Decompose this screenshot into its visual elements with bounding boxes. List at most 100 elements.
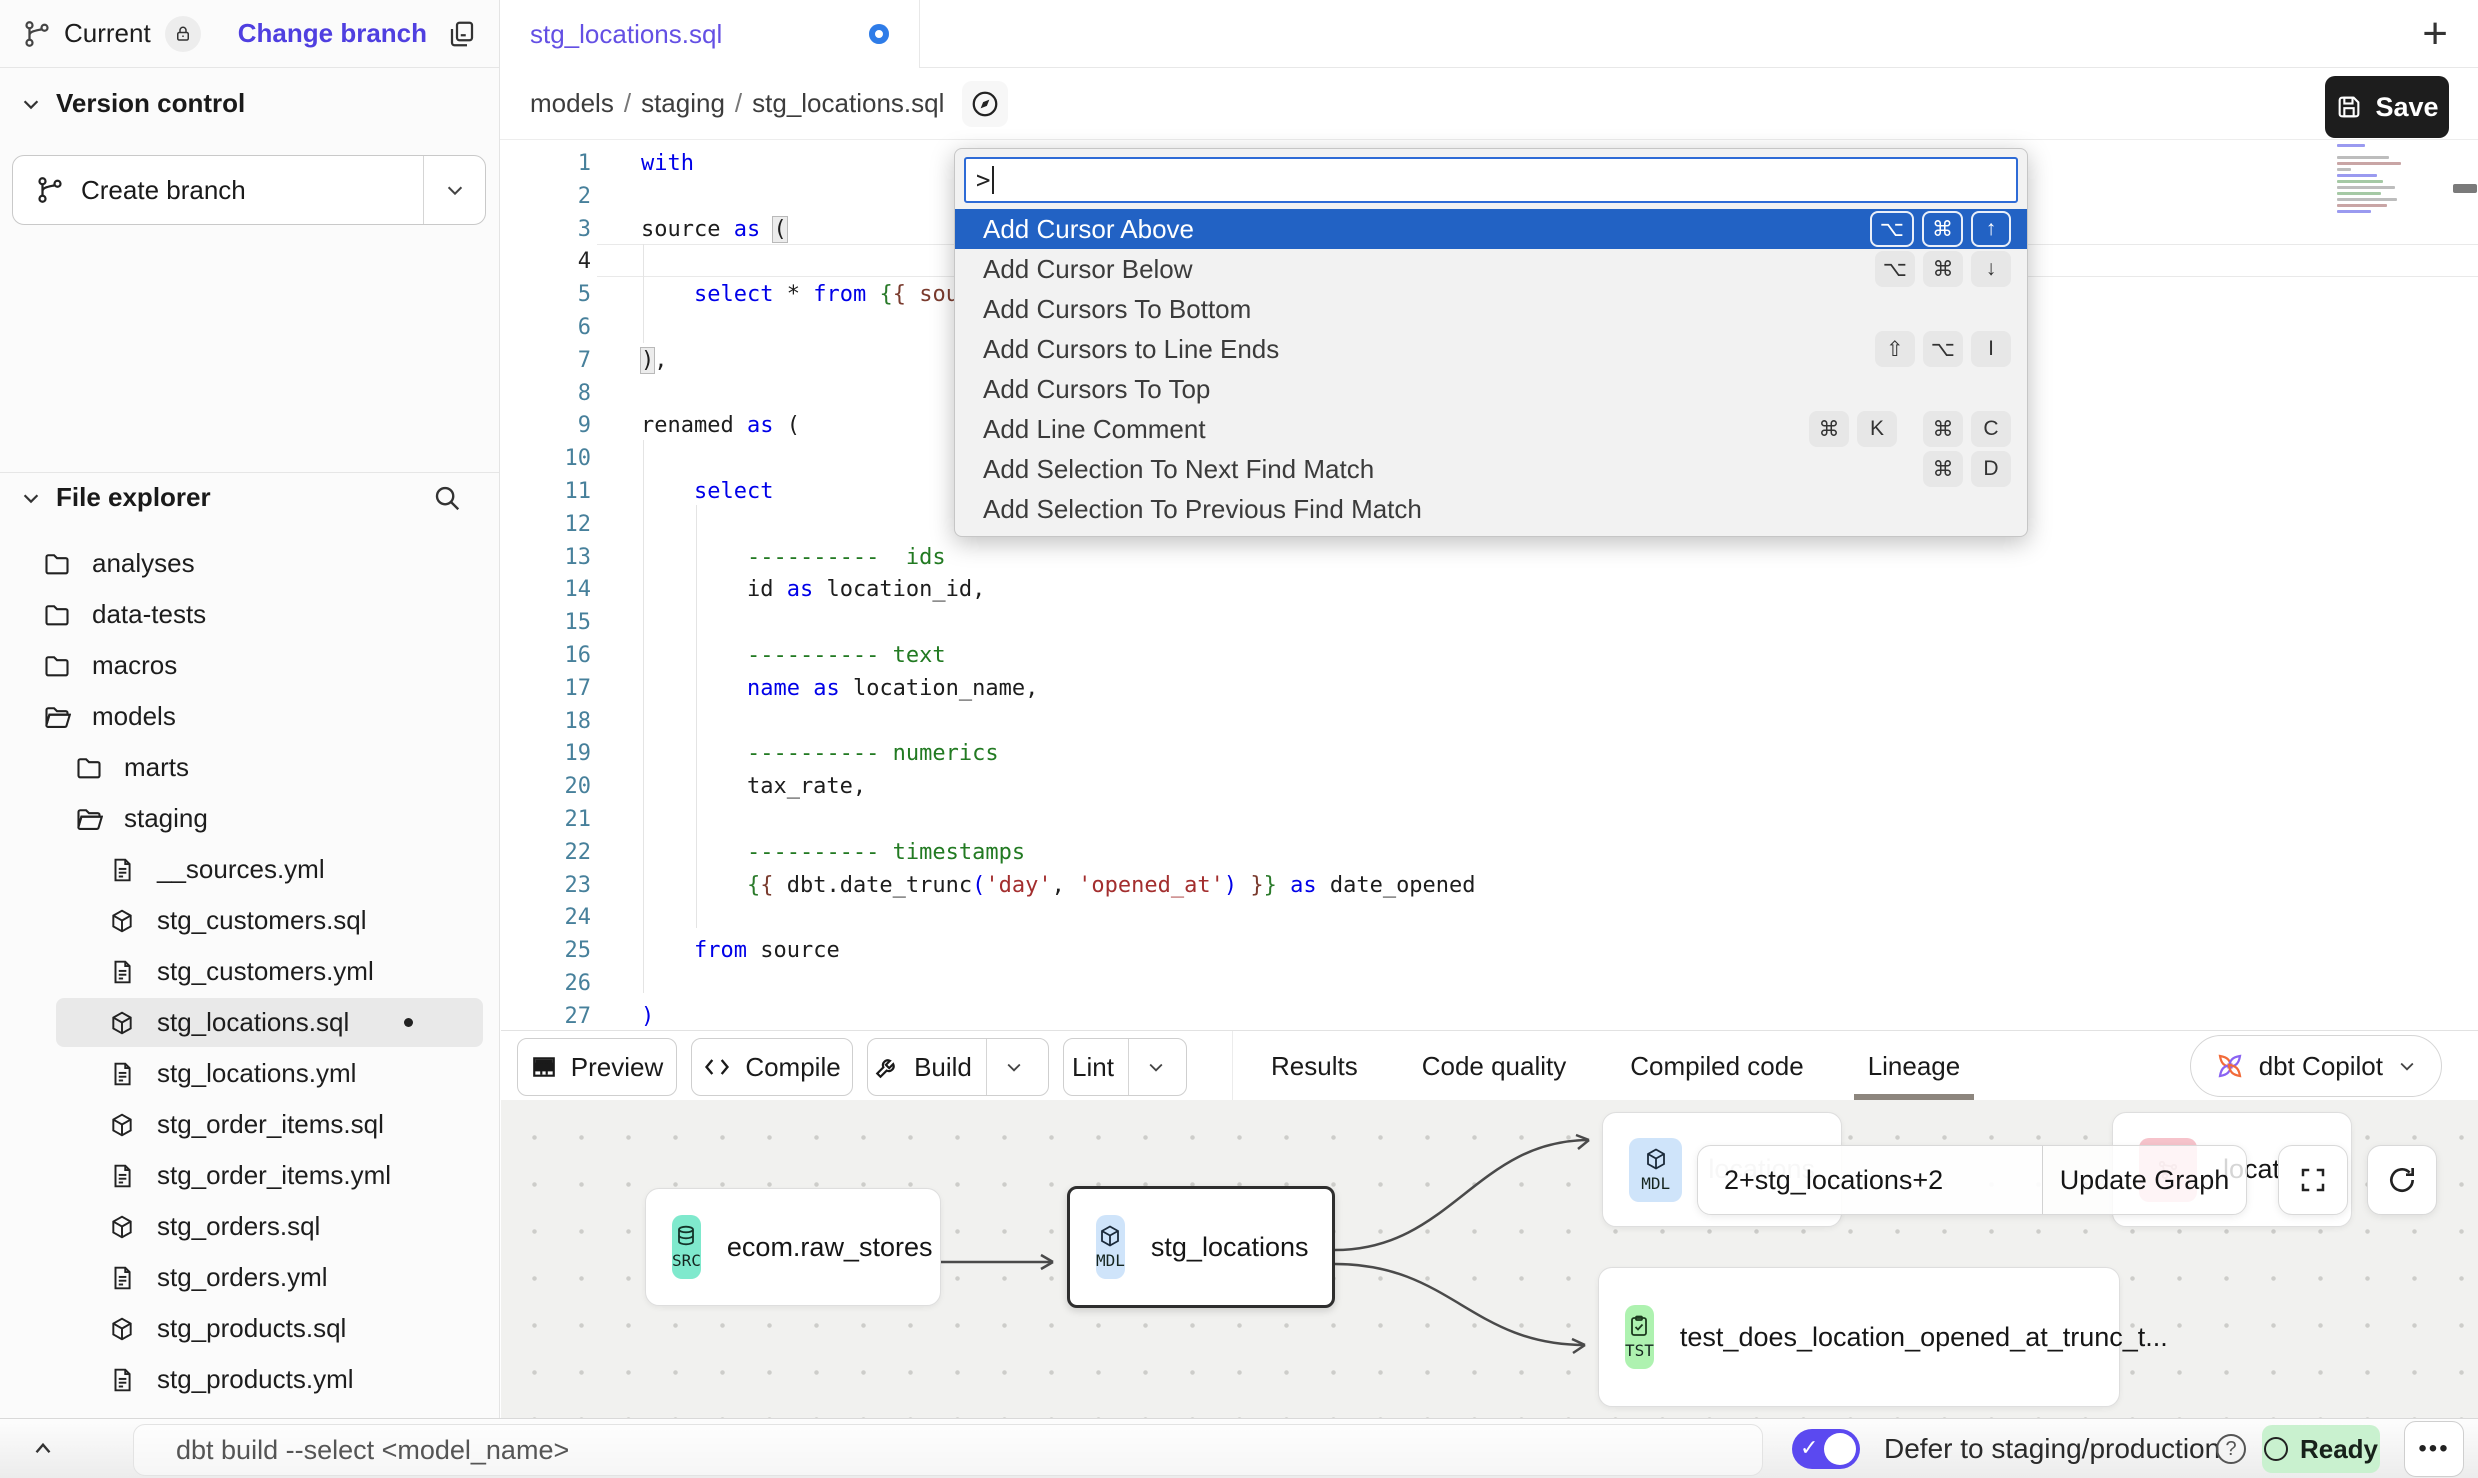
file-item-stg-orders-yml[interactable]: stg_orders.yml [0, 1252, 499, 1303]
folder-icon [43, 601, 71, 629]
file-item-macros[interactable]: macros [0, 640, 499, 691]
tab-lineage[interactable]: Lineage [1868, 1031, 1961, 1101]
compass-button[interactable] [962, 81, 1008, 127]
lint-dropdown[interactable] [1128, 1039, 1184, 1095]
file-item-stg-orders-sql[interactable]: stg_orders.sql [0, 1201, 499, 1252]
command-palette: > Add Cursor Above⌥⌘↑Add Cursor Below⌥⌘↓… [954, 148, 2028, 537]
file-item-label: stg_order_items.yml [157, 1160, 391, 1191]
command-input[interactable]: dbt build --select <model_name> [133, 1424, 1763, 1476]
file-item-icon-wrap [72, 754, 106, 782]
tab-compiled-code[interactable]: Compiled code [1630, 1031, 1803, 1101]
breadcrumb-segment[interactable]: staging [641, 88, 725, 118]
file-icon [109, 1265, 135, 1291]
file-item-stg-customers-yml[interactable]: stg_customers.yml [0, 946, 499, 997]
file-item-icon-wrap [105, 1265, 139, 1291]
file-item-models[interactable]: models [0, 691, 499, 742]
palette-item-label: Add Selection To Previous Find Match [983, 494, 1422, 525]
palette-item-label: Add Cursor Above [983, 214, 1194, 245]
dbt-copilot-button[interactable]: dbt Copilot [2190, 1035, 2442, 1097]
refresh-icon [2386, 1164, 2418, 1196]
file-item-staging[interactable]: staging [0, 793, 499, 844]
file-item-highlight [56, 794, 483, 843]
file-item-icon-wrap [105, 959, 139, 985]
palette-item-add-cursors-to-line-ends[interactable]: Add Cursors to Line Ends⇧⌥I [955, 329, 2027, 369]
line-number: 13 [501, 545, 591, 570]
file-item-label: stg_locations.sql [157, 1007, 349, 1038]
search-icon[interactable] [432, 483, 462, 513]
palette-item-label: Add Line Comment [983, 414, 1206, 445]
create-branch-dropdown[interactable] [423, 156, 485, 224]
build-button[interactable]: Build [867, 1038, 1049, 1096]
defer-toggle[interactable]: ✓ [1792, 1429, 1860, 1469]
command-palette-input[interactable]: > [964, 157, 2018, 203]
new-tab-button[interactable]: + [2422, 12, 2448, 56]
more-options-button[interactable]: ••• [2404, 1421, 2464, 1477]
key-chip: ⇧ [1875, 331, 1915, 367]
code-line-19: 19 ---------- numerics [501, 737, 2478, 770]
breadcrumb-segment[interactable]: models [530, 88, 614, 118]
palette-item-add-line-comment[interactable]: Add Line Comment⌘K⌘C [955, 409, 2027, 449]
file-item-data-tests[interactable]: data-tests [0, 589, 499, 640]
breadcrumb-segment[interactable]: stg_locations.sql [752, 88, 944, 118]
model-cube-icon [109, 1010, 135, 1036]
palette-item-add-cursor-below[interactable]: Add Cursor Below⌥⌘↓ [955, 249, 2027, 289]
lineage-canvas[interactable]: SRC ecom.raw_stores MDL stg_locations MD… [501, 1100, 2478, 1418]
palette-item-add-selection-to-previous-find-match[interactable]: Add Selection To Previous Find Match [955, 489, 2027, 529]
code-line-15: 15 [501, 606, 2478, 639]
help-icon[interactable]: ? [2216, 1434, 2246, 1464]
palette-item-add-cursor-above[interactable]: Add Cursor Above⌥⌘↑ [955, 209, 2027, 249]
compile-button[interactable]: Compile [691, 1038, 853, 1096]
copy-icon[interactable] [447, 19, 477, 49]
palette-item-add-cursors-to-bottom[interactable]: Add Cursors To Bottom [955, 289, 2027, 329]
preview-button[interactable]: Preview [517, 1038, 677, 1096]
lineage-node-test[interactable]: TST test_does_location_opened_at_trunc_t… [1598, 1267, 2120, 1407]
update-graph-label: Update Graph [2060, 1165, 2230, 1196]
lineage-node-stg-locations[interactable]: MDL stg_locations [1067, 1186, 1335, 1308]
key-chip: K [1857, 411, 1897, 447]
refresh-button[interactable] [2367, 1145, 2437, 1215]
toolbar-divider [1232, 1031, 1233, 1101]
model-badge: MDL [1096, 1215, 1125, 1279]
file-item-icon-wrap [105, 857, 139, 883]
file-item-label: data-tests [92, 599, 206, 630]
ready-status-badge[interactable]: Ready [2262, 1425, 2380, 1473]
file-item-stg-locations-yml[interactable]: stg_locations.yml [0, 1048, 499, 1099]
file-item-label: stg_order_items.sql [157, 1109, 384, 1140]
current-branch-label: Current [64, 18, 151, 49]
editor-scrollbar-thumb[interactable] [2453, 184, 2477, 193]
file-item-stg-order-items-sql[interactable]: stg_order_items.sql [0, 1099, 499, 1150]
graph-selector-input[interactable]: 2+stg_locations+2 [1698, 1146, 2042, 1214]
create-branch-button[interactable]: Create branch [12, 155, 486, 225]
tab-code-quality[interactable]: Code quality [1422, 1031, 1567, 1101]
file-item-stg-customers-sql[interactable]: stg_customers.sql [0, 895, 499, 946]
fullscreen-button[interactable] [2278, 1145, 2348, 1215]
code-text: {{ dbt.date_trunc('day', 'opened_at') }}… [641, 873, 1476, 898]
code-text: select * from {{ sou [641, 282, 959, 307]
lint-button[interactable]: Lint [1063, 1038, 1187, 1096]
file-item--sources-yml[interactable]: __sources.yml [0, 844, 499, 895]
create-branch-main[interactable]: Create branch [13, 156, 423, 224]
file-item-stg-order-items-yml[interactable]: stg_order_items.yml [0, 1150, 499, 1201]
file-item-marts[interactable]: marts [0, 742, 499, 793]
minimap[interactable] [2337, 144, 2417, 216]
folder-open-icon [43, 703, 71, 731]
code-text: ---------- ids [641, 545, 946, 570]
palette-item-add-cursors-to-top[interactable]: Add Cursors To Top [955, 369, 2027, 409]
tab-results[interactable]: Results [1271, 1031, 1358, 1101]
file-item-stg-locations-sql[interactable]: stg_locations.sql [0, 997, 499, 1048]
code-icon [703, 1053, 731, 1081]
change-branch-link[interactable]: Change branch [238, 18, 427, 49]
file-item-stg-products-yml[interactable]: stg_products.yml [0, 1354, 499, 1405]
lineage-node-source[interactable]: SRC ecom.raw_stores [645, 1188, 941, 1306]
save-button[interactable]: Save [2325, 76, 2449, 138]
file-item-icon-wrap [105, 1010, 139, 1036]
palette-item-add-selection-to-next-find-match[interactable]: Add Selection To Next Find Match⌘D [955, 449, 2027, 489]
tab-stg-locations[interactable]: stg_locations.sql [500, 0, 920, 68]
build-dropdown[interactable] [986, 1039, 1042, 1095]
file-item-analyses[interactable]: analyses [0, 538, 499, 589]
version-control-header[interactable]: Version control [20, 88, 245, 119]
chevron-up-icon[interactable] [30, 1436, 56, 1462]
file-item-stg-products-sql[interactable]: stg_products.sql [0, 1303, 499, 1354]
file-explorer-header[interactable]: File explorer [20, 482, 480, 513]
update-graph-button[interactable]: Update Graph [2042, 1146, 2246, 1214]
